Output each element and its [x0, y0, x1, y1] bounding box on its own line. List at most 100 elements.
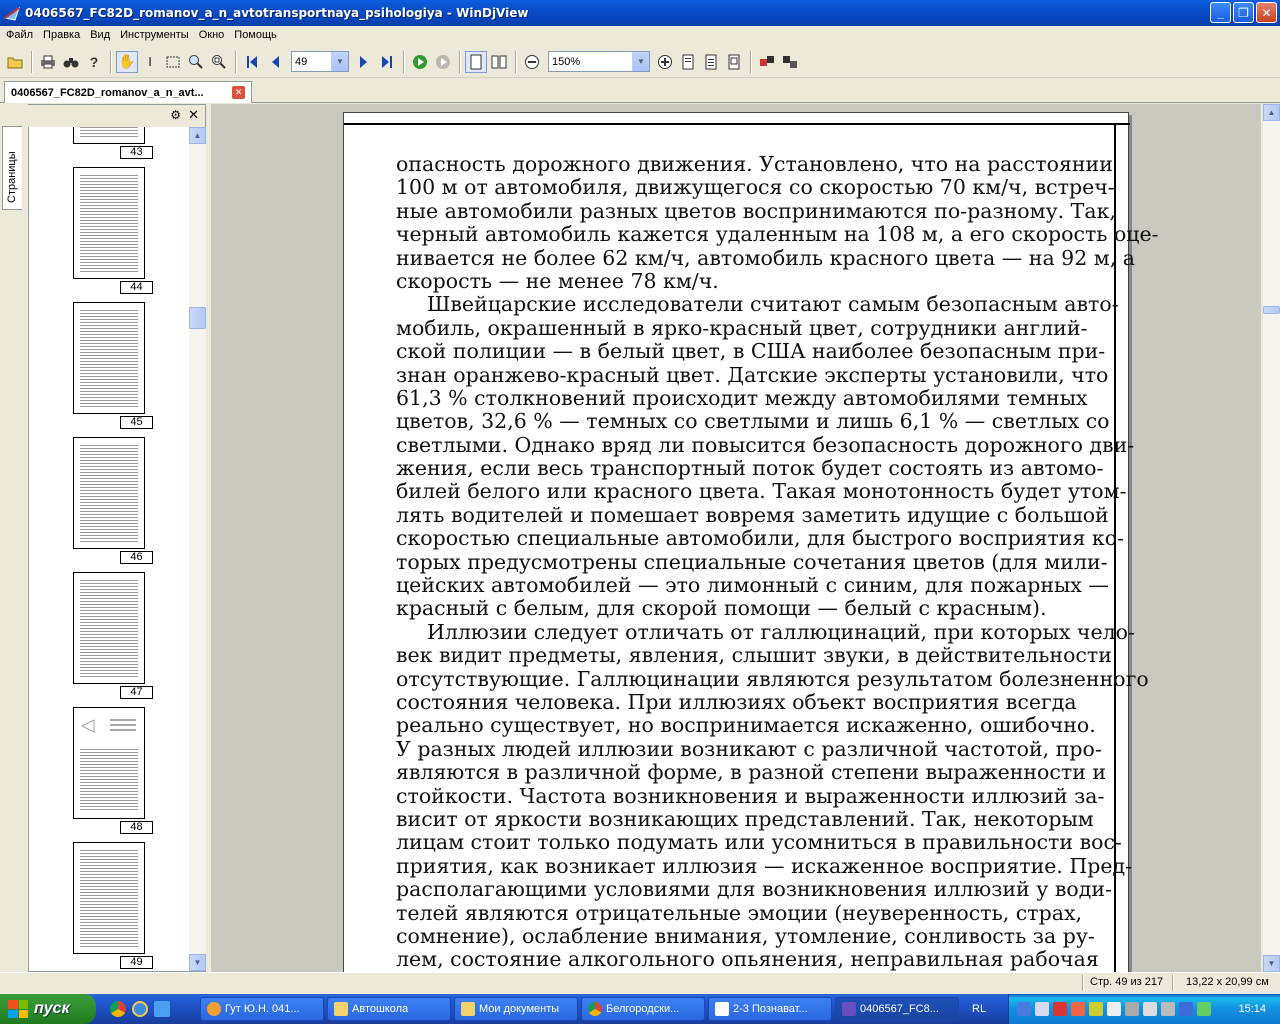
print-icon[interactable]	[37, 51, 59, 73]
messenger-icon[interactable]	[1071, 1002, 1085, 1016]
display-mode-color-icon[interactable]	[756, 51, 778, 73]
menu-edit[interactable]: Правка	[39, 29, 86, 41]
taskbar-item[interactable]: Автошкола	[327, 997, 451, 1021]
task-label: 2-3 Познават...	[733, 1003, 808, 1015]
pages-side-tab[interactable]: Страницы	[2, 126, 22, 210]
page-text-line: реально существует, но воспринимается ис…	[396, 713, 1096, 738]
page-text-line: знан оранжево-красный цвет. Датские эксп…	[396, 362, 1109, 387]
fit-page-icon[interactable]	[677, 51, 699, 73]
zoom-icon[interactable]	[185, 51, 207, 73]
menu-file[interactable]: Файл	[2, 29, 39, 41]
thumbnail-page-48[interactable]	[73, 707, 145, 819]
update-icon[interactable]	[1197, 1002, 1211, 1016]
taskbar-item-active[interactable]: 0406567_FC8...	[835, 997, 959, 1021]
taskbar-item[interactable]: Белгородски...	[581, 997, 705, 1021]
chevron-down-icon[interactable]: ▼	[331, 52, 348, 71]
task-label: Автошкола	[352, 1003, 409, 1015]
printer-icon[interactable]	[1161, 1002, 1175, 1016]
page-text-line: мобиль, окрашенный в ярко-красный цвет, …	[396, 315, 1088, 340]
thumbnail-scrollbar[interactable]: ▲ ▼	[189, 127, 206, 971]
folder-icon	[461, 1002, 475, 1016]
prev-page-icon[interactable]	[264, 51, 286, 73]
scroll-thumb[interactable]	[1263, 306, 1280, 314]
find-binoculars-icon[interactable]	[60, 51, 82, 73]
taskbar-item[interactable]: Мои документы	[454, 997, 578, 1021]
thumbnail-page-45[interactable]	[73, 302, 145, 414]
taskbar-item[interactable]: 2-3 Познават...	[708, 997, 832, 1021]
maximize-button[interactable]: ❐	[1233, 2, 1254, 23]
side-tab-strip: Страницы	[0, 104, 24, 972]
menu-view[interactable]: Вид	[86, 29, 116, 41]
gear-icon[interactable]: ⚙	[170, 108, 181, 122]
close-panel-icon[interactable]: ✕	[188, 107, 199, 123]
document-view[interactable]: опасность дорожного движения. Установлен…	[211, 104, 1261, 972]
calendar-icon[interactable]	[1035, 1002, 1049, 1016]
document-scrollbar[interactable]: ▲ ▼	[1263, 104, 1280, 972]
chrome-icon	[588, 1002, 602, 1016]
thumbnail-page-47[interactable]	[73, 572, 145, 684]
close-button[interactable]: ✕	[1256, 2, 1277, 23]
antivirus-icon[interactable]	[1053, 1002, 1067, 1016]
open-folder-icon[interactable]	[4, 51, 26, 73]
language-indicator[interactable]: RL	[972, 1003, 1008, 1015]
zoom-rect-icon[interactable]	[208, 51, 230, 73]
scroll-up-icon[interactable]: ▲	[1263, 104, 1280, 121]
status-page-size: 13,22 x 20,99 см	[1186, 976, 1269, 988]
network-icon[interactable]	[1017, 1002, 1031, 1016]
text-select-icon[interactable]: I	[139, 51, 161, 73]
thumbnail-page-49[interactable]	[73, 842, 145, 954]
thumbnail-page-44[interactable]	[73, 167, 145, 279]
scroll-thumb[interactable]	[189, 307, 206, 329]
mail-icon[interactable]	[1107, 1002, 1121, 1016]
taskbar-item[interactable]: Гут Ю.Н. 041...	[200, 997, 324, 1021]
desktop-icon[interactable]	[154, 1001, 170, 1017]
scroll-down-icon[interactable]: ▼	[1263, 955, 1280, 972]
thumbnail-label: 47	[120, 686, 153, 699]
scroll-down-icon[interactable]: ▼	[189, 954, 206, 971]
fit-width-icon[interactable]	[700, 51, 722, 73]
menu-bar: Файл Правка Вид Инструменты Окно Помощь	[0, 26, 1280, 44]
zoom-in-icon[interactable]	[654, 51, 676, 73]
scroll-up-icon[interactable]: ▲	[189, 127, 206, 144]
task-label: 0406567_FC8...	[860, 1003, 939, 1015]
thumbnail-page-46[interactable]	[73, 437, 145, 549]
forward-icon[interactable]	[432, 51, 454, 73]
document-page: опасность дорожного движения. Установлен…	[343, 112, 1159, 972]
display-mode-bw-icon[interactable]	[779, 51, 801, 73]
rect-select-icon[interactable]	[162, 51, 184, 73]
zoom-out-icon[interactable]	[521, 51, 543, 73]
document-tab[interactable]: 0406567_FC82D_romanov_a_n_avt... ✕	[4, 81, 252, 103]
thumbnail-page-43[interactable]	[73, 127, 145, 144]
page-text-line: 100 м от автомобиля, движущегося со скор…	[396, 175, 1115, 200]
ie-icon[interactable]	[132, 1001, 148, 1017]
page-number-combo[interactable]: 49 ▼	[291, 51, 349, 72]
bluetooth-icon[interactable]	[1179, 1002, 1193, 1016]
hand-tool-icon[interactable]: ✋	[116, 50, 138, 73]
first-page-icon[interactable]	[241, 51, 263, 73]
thumbnail-label: 45	[120, 416, 153, 429]
chevron-down-icon[interactable]: ▼	[632, 52, 649, 71]
next-page-icon[interactable]	[353, 51, 375, 73]
page-text-line: красный с белым, для скорой помощи — бел…	[396, 596, 1047, 621]
start-button[interactable]: пуск	[0, 994, 96, 1024]
zoom-combo[interactable]: 150% ▼	[548, 51, 650, 72]
menu-tools[interactable]: Инструменты	[116, 29, 195, 41]
page-text-line: приятия, как возникает иллюзия — искажен…	[396, 853, 1133, 878]
page-text-line: отсутствующие. Галлюцинации являются рез…	[396, 666, 1149, 691]
menu-window[interactable]: Окно	[195, 29, 231, 41]
chrome-icon[interactable]	[110, 1001, 126, 1017]
download-icon[interactable]	[1089, 1002, 1103, 1016]
actual-size-icon[interactable]	[723, 51, 745, 73]
page-text-line: светлыми. Однако вряд ли повысится безоп…	[396, 432, 1135, 457]
volume-icon[interactable]	[1143, 1002, 1157, 1016]
single-page-icon[interactable]	[465, 50, 487, 73]
back-icon[interactable]	[409, 51, 431, 73]
close-tab-icon[interactable]: ✕	[232, 86, 245, 99]
two-pages-icon[interactable]	[488, 51, 510, 73]
menu-help[interactable]: Помощь	[230, 29, 283, 41]
minimize-button[interactable]: _	[1210, 2, 1231, 23]
security-icon[interactable]	[1125, 1002, 1139, 1016]
status-bar: Стр. 49 из 217 13,22 x 20,99 см	[0, 972, 1280, 992]
help-question-icon[interactable]: ?	[83, 51, 105, 73]
last-page-icon[interactable]	[376, 51, 398, 73]
